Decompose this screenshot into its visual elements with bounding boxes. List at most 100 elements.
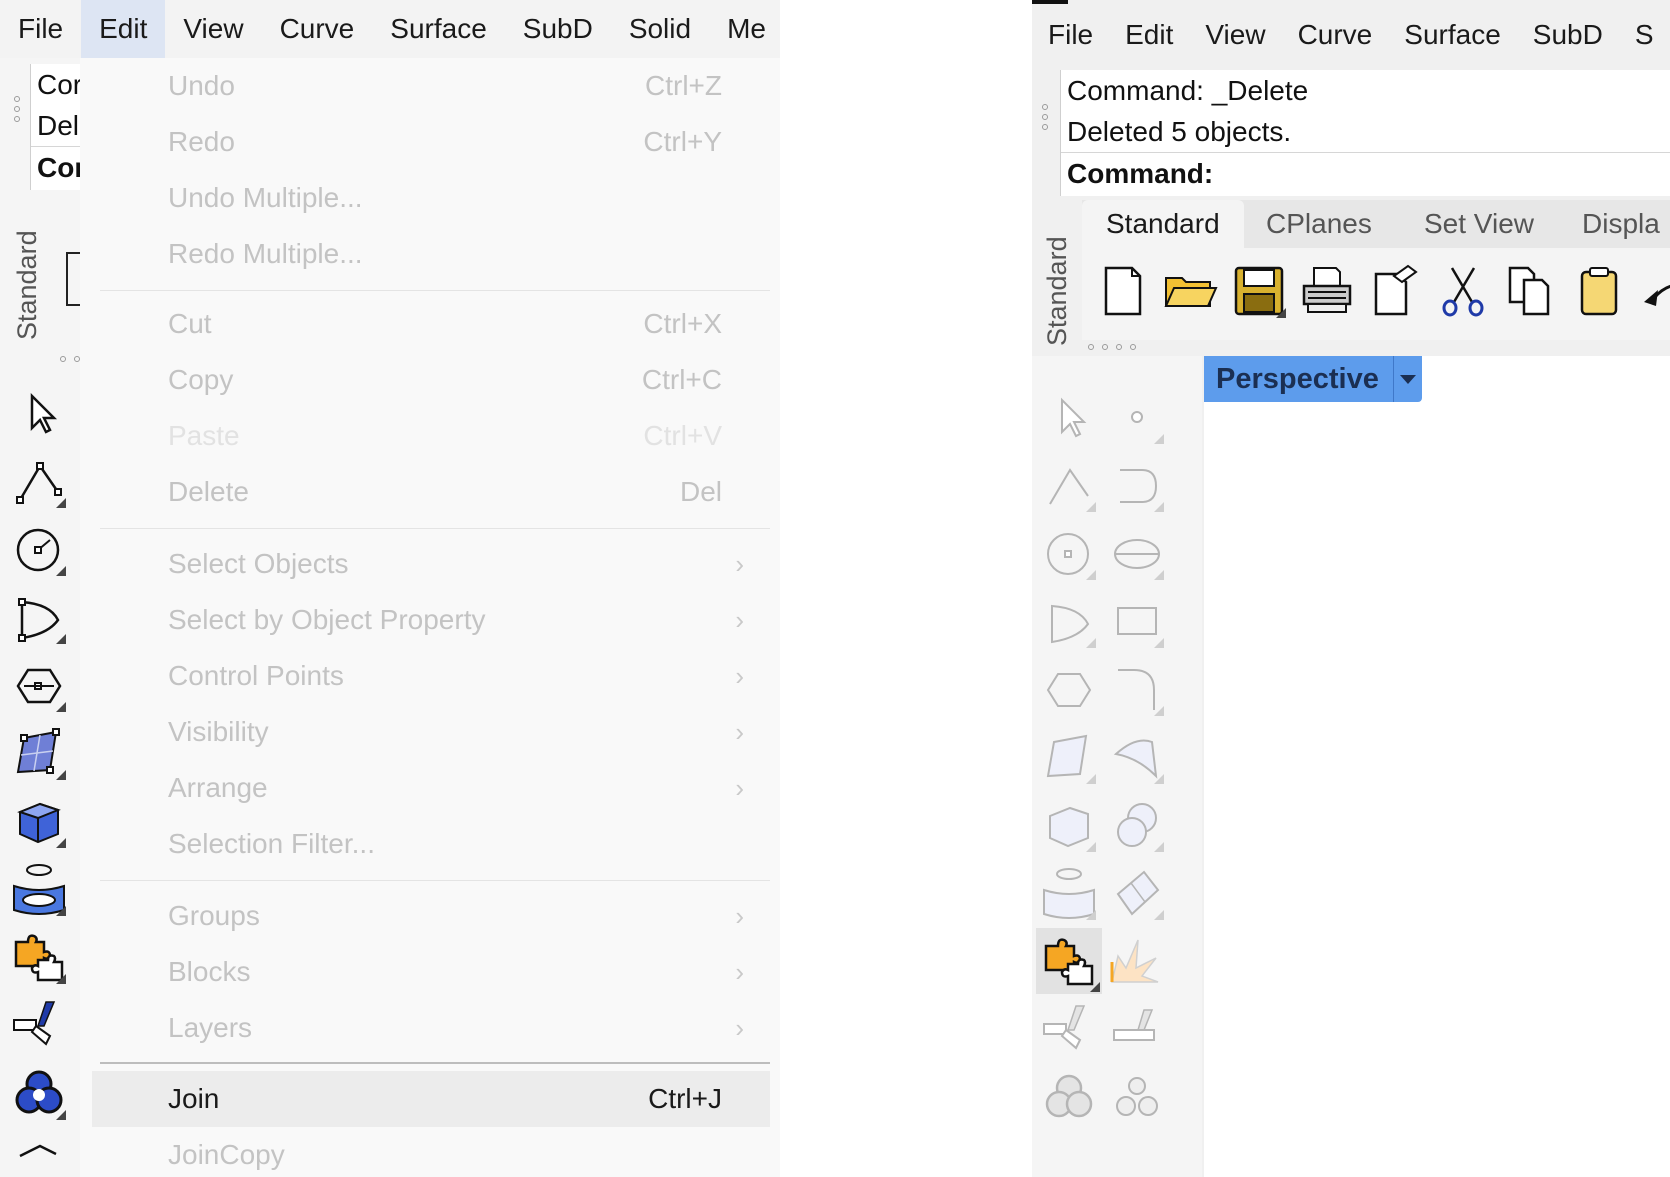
menu-item-redo[interactable]: Redo Ctrl+Y (80, 114, 770, 170)
copy-icon[interactable] (1502, 262, 1560, 320)
boolean-union-icon[interactable] (10, 1064, 68, 1122)
viewport-title-tab[interactable]: Perspective (1204, 356, 1422, 402)
circle-icon[interactable] (10, 520, 68, 578)
command-grip[interactable] (1040, 100, 1050, 134)
polygon-icon[interactable] (1040, 660, 1098, 718)
submenu-chevron-icon: › (735, 549, 744, 579)
trim-icon[interactable] (10, 996, 68, 1054)
ellipse-icon[interactable] (1108, 524, 1166, 582)
cut-scissors-icon[interactable] (1434, 262, 1492, 320)
boolean-union-icon[interactable] (1040, 1068, 1098, 1126)
polygon-icon[interactable] (10, 656, 68, 714)
menu-item-groups[interactable]: Groups › (80, 888, 770, 944)
polyline-icon[interactable] (1040, 456, 1098, 514)
surface-corner-points-icon[interactable] (10, 724, 68, 782)
arc-icon[interactable] (10, 588, 68, 646)
menu-file[interactable]: File (0, 0, 81, 58)
tab-cplanes[interactable]: CPlanes (1242, 200, 1396, 248)
extrude-curve-icon[interactable] (1040, 864, 1098, 922)
toolbar-label-standard[interactable]: Standard (1042, 236, 1073, 346)
sidebar-toolbar (1032, 344, 1202, 1177)
menu-file[interactable]: File (1032, 6, 1109, 64)
menu-edit[interactable]: Edit (81, 0, 166, 58)
menu-item-delete[interactable]: Delete Del (80, 464, 770, 520)
puzzle-join-icon[interactable] (1036, 928, 1102, 994)
open-folder-icon[interactable] (1162, 262, 1220, 320)
toolbar-label-standard[interactable]: Standard (12, 230, 43, 340)
sphere-icon[interactable] (1108, 796, 1166, 854)
command-history: Command: _Delete Deleted 5 objects. Comm… (1060, 70, 1670, 196)
menu-view[interactable]: View (1189, 6, 1281, 64)
menu-item-arrange[interactable]: Arrange › (80, 760, 770, 816)
menu-curve[interactable]: Curve (1282, 6, 1389, 64)
menu-item-undo[interactable]: Undo Ctrl+Z (80, 58, 770, 114)
extrude-curve-icon[interactable] (10, 860, 68, 918)
partial-tool-icon[interactable] (10, 1132, 68, 1177)
command-prompt[interactable]: Command: (1061, 152, 1670, 194)
menu-item-undo-multiple[interactable]: Undo Multiple... (80, 170, 770, 226)
curve-control-points-icon[interactable] (1108, 456, 1166, 514)
menu-item-paste[interactable]: Paste Ctrl+V (80, 408, 770, 464)
menu-item-blocks[interactable]: Blocks › (80, 944, 770, 1000)
arc-icon[interactable] (1040, 592, 1098, 650)
menu-item-redo-multiple[interactable]: Redo Multiple... (80, 226, 770, 282)
trim-icon[interactable] (1040, 1000, 1098, 1058)
menu-item-select-objects[interactable]: Select Objects › (80, 536, 770, 592)
menu-separator (100, 880, 770, 881)
surface-corner-points-icon[interactable] (1040, 728, 1098, 786)
submenu-chevron-icon: › (735, 773, 744, 803)
menu-edit[interactable]: Edit (1109, 6, 1189, 64)
rectangle-icon[interactable] (1108, 592, 1166, 650)
save-icon[interactable] (1230, 262, 1288, 320)
menu-item-join[interactable]: Join Ctrl+J (92, 1071, 770, 1127)
loft-surface-icon[interactable] (1108, 728, 1166, 786)
menu-subd[interactable]: SubD (1517, 6, 1619, 64)
polyline-icon[interactable] (10, 452, 68, 510)
undo-arrow-icon[interactable] (1638, 262, 1670, 320)
menu-item-joincopy[interactable]: JoinCopy (80, 1127, 770, 1177)
menu-item-cut[interactable]: Cut Ctrl+X (80, 296, 770, 352)
menu-subd[interactable]: SubD (505, 0, 611, 58)
select-arrow-icon[interactable] (1040, 388, 1098, 446)
viewport-dropdown-icon[interactable] (1392, 356, 1422, 402)
tab-display[interactable]: Displa (1558, 200, 1670, 248)
command-grip[interactable] (12, 92, 22, 126)
menu-solid[interactable]: S (1619, 6, 1670, 64)
select-arrow-icon[interactable] (10, 384, 68, 442)
tab-standard[interactable]: Standard (1082, 200, 1244, 248)
menu-item-visibility[interactable]: Visibility › (80, 704, 770, 760)
menu-item-control-points[interactable]: Control Points › (80, 648, 770, 704)
menu-item-selection-filter[interactable]: Selection Filter... (80, 816, 770, 872)
fillet-curve-icon[interactable] (1108, 660, 1166, 718)
menu-curve[interactable]: Curve (262, 0, 373, 58)
box-solid-icon[interactable] (10, 792, 68, 850)
print-icon[interactable] (1298, 262, 1356, 320)
menu-item-layers[interactable]: Layers › (80, 1000, 770, 1056)
puzzle-join-icon[interactable] (10, 928, 68, 986)
menu-item-copy[interactable]: Copy Ctrl+C (80, 352, 770, 408)
mesh-icon[interactable] (1108, 864, 1166, 922)
split-icon[interactable] (1108, 1000, 1166, 1058)
box-solid-icon[interactable] (1040, 796, 1098, 854)
submenu-chevron-icon: › (735, 717, 744, 747)
boolean-split-icon[interactable] (1108, 1068, 1166, 1126)
menu-surface[interactable]: Surface (1388, 6, 1517, 64)
submenu-chevron-icon: › (735, 901, 744, 931)
document-properties-icon[interactable] (1366, 262, 1424, 320)
point-icon[interactable] (1108, 388, 1166, 446)
tab-set-view[interactable]: Set View (1400, 200, 1558, 248)
menu-surface[interactable]: Surface (372, 0, 505, 58)
new-file-icon[interactable] (1094, 262, 1152, 320)
paste-clipboard-icon[interactable] (1570, 262, 1628, 320)
sidebar-grip[interactable] (1084, 344, 1140, 350)
circle-icon[interactable] (1040, 524, 1098, 582)
menu-solid[interactable]: Solid (611, 0, 709, 58)
menu-item-select-by-property[interactable]: Select by Object Property › (80, 592, 770, 648)
submenu-chevron-icon: › (735, 605, 744, 635)
menu-view[interactable]: View (165, 0, 261, 58)
perspective-viewport[interactable]: Perspective (1204, 356, 1670, 1177)
submenu-chevron-icon: › (735, 957, 744, 987)
menubar: File Edit View Curve Surface SubD S (1032, 6, 1670, 64)
menu-more[interactable]: Me (709, 0, 780, 58)
explode-icon[interactable] (1108, 932, 1166, 990)
